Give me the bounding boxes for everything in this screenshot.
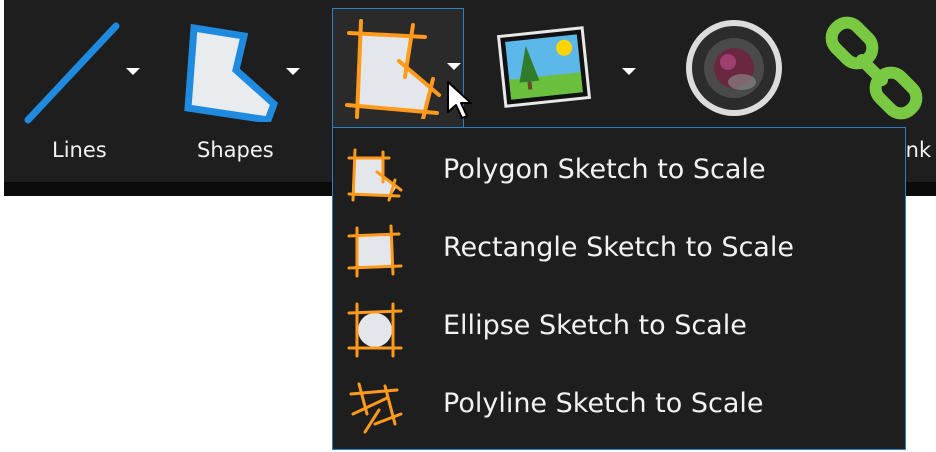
lines-label: Lines <box>52 138 107 162</box>
ellipse-sketch-icon <box>347 302 403 358</box>
polygon-sketch-icon <box>347 148 403 202</box>
rectangle-sketch-icon <box>347 224 403 278</box>
polygon-sketch-icon <box>345 19 441 119</box>
picture-icon <box>496 26 592 108</box>
shapes-dropdown-caret-icon[interactable] <box>286 68 300 75</box>
image-dropdown-caret-icon[interactable] <box>622 68 636 75</box>
sketch-to-scale-tool-button[interactable] <box>332 8 464 128</box>
sketch-dropdown-caret-icon[interactable] <box>447 63 461 70</box>
menu-item-polygon-sketch[interactable]: Polygon Sketch to Scale <box>333 134 905 212</box>
mouse-pointer-icon <box>447 81 472 119</box>
menu-item-label: Polygon Sketch to Scale <box>443 154 766 185</box>
sketch-to-scale-menu: Polygon Sketch to Scale Rectangle Sketch… <box>332 127 906 450</box>
lines-tool-button[interactable]: Lines <box>20 6 150 174</box>
shapes-tool-button[interactable]: Shapes <box>180 6 310 174</box>
menu-item-ellipse-sketch[interactable]: Ellipse Sketch to Scale <box>333 290 905 368</box>
menu-item-polyline-sketch[interactable]: Polyline Sketch to Scale <box>333 368 905 446</box>
chain-link-icon <box>825 16 923 120</box>
shapes-label: Shapes <box>197 138 274 162</box>
polyline-sketch-icon <box>349 382 403 434</box>
menu-item-rectangle-sketch[interactable]: Rectangle Sketch to Scale <box>333 212 905 290</box>
menu-item-label: Polyline Sketch to Scale <box>443 388 764 419</box>
line-icon <box>24 22 120 124</box>
menu-item-label: Ellipse Sketch to Scale <box>443 310 747 341</box>
lines-dropdown-caret-icon[interactable] <box>126 68 140 75</box>
camera-lens-icon <box>686 20 782 116</box>
shape-icon <box>184 23 279 122</box>
menu-item-label: Rectangle Sketch to Scale <box>443 232 794 263</box>
